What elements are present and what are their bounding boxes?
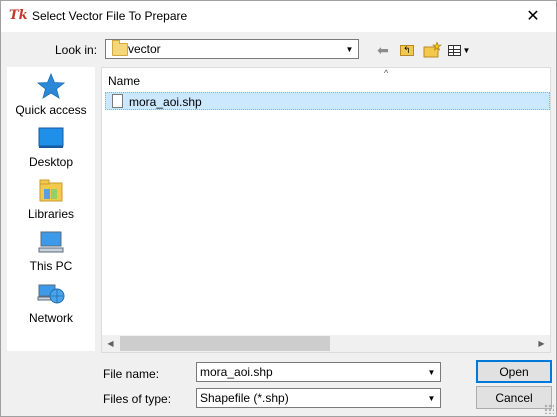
folder-icon [112,40,128,56]
look-in-label: Look in: [55,43,98,57]
star-icon [37,73,65,99]
open-button[interactable]: Open [476,360,552,383]
place-this-pc[interactable]: This PC [7,225,95,275]
column-name-label: Name [108,74,141,88]
cancel-button[interactable]: Cancel [476,386,552,409]
navigation-toolbar: ⬅ ↰ ▼ [374,41,484,59]
resize-grip[interactable] [544,404,554,414]
chevron-down-icon[interactable]: ▼ [423,363,440,381]
back-arrow-icon[interactable]: ⬅ [374,41,392,59]
file-type-select[interactable]: Shapefile (*.shp) ▼ [196,388,441,408]
network-icon [37,284,65,304]
look-in-combo[interactable]: vector ▼ [105,39,359,59]
place-label: Quick access [15,103,87,117]
horizontal-scrollbar[interactable]: ◀ ▶ [102,335,550,352]
chevron-down-icon[interactable]: ▼ [423,389,440,407]
file-name-value: mora_aoi.shp [200,365,273,379]
place-label: Desktop [28,155,74,169]
desktop-icon [38,127,64,148]
place-desktop[interactable]: Desktop [7,121,95,171]
place-network[interactable]: Network [7,277,95,327]
chevron-down-icon[interactable]: ▼ [341,40,358,58]
window-title: Select Vector File To Prepare [32,9,188,23]
scroll-left-icon[interactable]: ◀ [102,335,119,352]
title-bar[interactable]: Tk Select Vector File To Prepare ✕ [1,1,556,32]
place-label: This PC [29,259,73,273]
place-label: Libraries [27,207,75,221]
computer-icon [38,231,64,253]
file-dialog: Tk Select Vector File To Prepare ✕ Look … [0,0,557,417]
place-quick-access[interactable]: Quick access [7,69,95,119]
libraries-icon [39,179,63,202]
file-type-value: Shapefile (*.shp) [200,391,289,405]
new-folder-icon[interactable] [422,41,444,59]
sort-ascending-icon: ^ [384,68,389,78]
close-button[interactable]: ✕ [510,1,556,31]
place-label: Network [28,311,73,325]
view-menu-icon[interactable]: ▼ [446,41,472,59]
file-name: mora_aoi.shp [129,95,202,109]
file-name-label: File name: [103,367,160,381]
scroll-right-icon[interactable]: ▶ [533,335,550,352]
document-icon [112,94,123,108]
column-header-name[interactable]: Name ^ [102,68,550,92]
scrollbar-thumb[interactable] [120,336,330,351]
look-in-value: vector [128,42,161,56]
file-type-label: Files of type: [103,392,172,406]
up-folder-icon[interactable]: ↰ [396,41,418,59]
place-libraries[interactable]: Libraries [7,173,95,223]
file-name-input[interactable]: mora_aoi.shp ▼ [196,362,441,382]
file-row[interactable]: mora_aoi.shp [105,92,550,110]
file-list[interactable]: Name ^ mora_aoi.shp ◀ ▶ [101,67,551,353]
tk-app-icon: Tk [9,8,28,23]
places-bar: Quick access Desktop Libraries This PC N… [7,67,95,351]
